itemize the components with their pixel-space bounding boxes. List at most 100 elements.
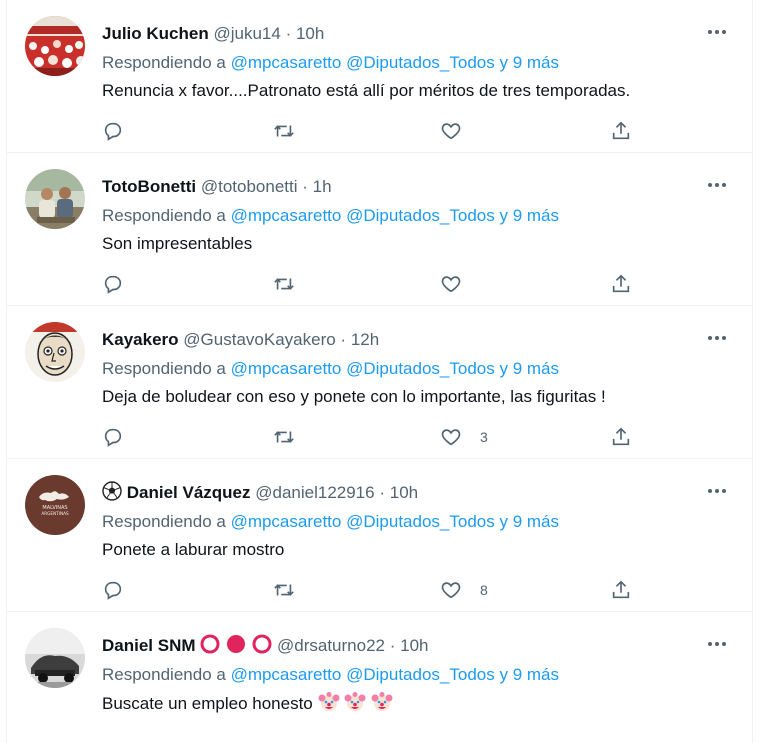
tweet[interactable]: Julio Kuchen @juku14 · 10h Respondiendo … [7,0,752,153]
retweet-button[interactable] [272,579,296,601]
tweet-text: Son impresentables [102,234,253,253]
tweet-text: Buscate un empleo honesto [102,694,313,713]
reply-button[interactable] [102,426,124,448]
timestamp[interactable]: 10h [400,636,428,655]
tweet-actions [7,273,752,295]
avatar[interactable]: MALVINAS ARGENTINAS [25,475,85,535]
mention-link[interactable]: @mpcasaretto [231,53,342,72]
reply-button[interactable] [102,120,124,142]
replying-to-line: Respondiendo a @mpcasaretto @Diputados_T… [102,510,559,534]
more-options-icon[interactable] [704,22,730,42]
reply-icon [104,275,122,294]
reply-icon [104,428,122,447]
tweet-text-container: Buscate un empleo honesto [102,691,393,720]
avatar[interactable] [25,322,85,382]
tweet-text: Deja de boludear con eso y ponete con lo… [102,387,606,406]
timestamp[interactable]: 10h [296,24,324,43]
dot-separator: · [389,636,396,655]
mention-more-link[interactable]: y 9 más [499,665,559,684]
mention-more-link[interactable]: y 9 más [499,359,559,378]
display-name[interactable]: Daniel Vázquez [127,483,251,502]
dot-separator: · [285,24,292,43]
mention-link[interactable]: @mpcasaretto [231,206,342,225]
clown-face-icon [318,691,340,720]
tweet-actions: 3 [7,426,752,448]
retweet-icon [274,125,294,137]
like-button[interactable]: 8 [440,579,488,601]
share-icon [612,121,630,140]
tweet[interactable]: Daniel SNM @drsaturno22 · 10h Respondien… [7,612,752,743]
timestamp[interactable]: 12h [351,330,379,349]
handle[interactable]: @drsaturno22 [277,636,385,655]
more-options-icon[interactable] [704,634,730,654]
tweet-actions [7,120,752,142]
reply-button[interactable] [102,579,124,601]
display-name[interactable]: Kayakero [102,330,179,349]
dot-separator: · [340,330,347,349]
tweet[interactable]: TotoBonetti @totobonetti · 1h Respondien… [7,153,752,306]
mention-link[interactable]: @Diputados_Todos [346,512,495,531]
handle[interactable]: @daniel122916 [255,483,374,502]
handle[interactable]: @GustavoKayakero [183,330,335,349]
more-options-icon[interactable] [704,328,730,348]
timestamp[interactable]: 10h [390,483,418,502]
replying-prefix: Respondiendo a [102,359,226,378]
reply-icon [104,581,122,600]
mention-link[interactable]: @Diputados_Todos [346,53,495,72]
share-button[interactable] [610,120,632,142]
replying-prefix: Respondiendo a [102,512,226,531]
dot-separator: · [379,483,385,502]
retweet-icon [274,584,294,596]
reply-button[interactable] [102,273,124,295]
tweet[interactable]: Kayakero @GustavoKayakero · 12h Respondi… [7,306,752,459]
tweet-header: Julio Kuchen @juku14 · 10h [102,22,324,46]
share-icon [612,274,630,293]
avatar[interactable] [25,628,85,688]
more-options-icon[interactable] [704,175,730,195]
retweet-button[interactable] [272,120,296,142]
tweet-header: Daniel SNM @drsaturno22 · 10h [102,634,429,661]
clown-face-icon [344,691,366,720]
tweet-text: Ponete a laburar mostro [102,540,285,559]
tweet-header: TotoBonetti @totobonetti · 1h [102,175,332,199]
avatar[interactable] [25,169,85,229]
share-button[interactable] [610,579,632,601]
more-options-icon[interactable] [704,481,730,501]
replying-to-line: Respondiendo a @mpcasaretto @Diputados_T… [102,357,559,381]
tweet[interactable]: MALVINAS ARGENTINAS Daniel Vázquez @dani… [7,459,752,612]
handle[interactable]: @juku14 [213,24,280,43]
retweet-button[interactable] [272,426,296,448]
mention-link[interactable]: @mpcasaretto [231,665,342,684]
mention-link[interactable]: @Diputados_Todos [346,359,495,378]
handle[interactable]: @totobonetti [201,177,298,196]
tweet-feed: Julio Kuchen @juku14 · 10h Respondiendo … [6,0,753,743]
mention-link[interactable]: @mpcasaretto [231,512,342,531]
reply-icon [104,122,122,141]
mention-more-link[interactable]: y 9 más [499,206,559,225]
share-button[interactable] [610,426,632,448]
mention-more-link[interactable]: y 9 más [499,53,559,72]
replying-to-line: Respondiendo a @mpcasaretto @Diputados_T… [102,663,559,687]
mention-link[interactable]: @Diputados_Todos [346,206,495,225]
replying-prefix: Respondiendo a [102,665,226,684]
replying-to-line: Respondiendo a @mpcasaretto @Diputados_T… [102,51,559,75]
mention-link[interactable]: @mpcasaretto [231,359,342,378]
replying-prefix: Respondiendo a [102,53,226,72]
like-button[interactable]: 3 [440,426,488,448]
avatar[interactable] [25,16,85,76]
replying-to-line: Respondiendo a @mpcasaretto @Diputados_T… [102,204,559,228]
share-button[interactable] [610,273,632,295]
like-button[interactable] [440,120,480,142]
display-name[interactable]: Julio Kuchen [102,24,209,43]
like-button[interactable] [440,273,480,295]
clown-face-icon [371,691,393,720]
mention-more-link[interactable]: y 9 más [499,512,559,531]
mention-link[interactable]: @Diputados_Todos [346,665,495,684]
tweet-header: Kayakero @GustavoKayakero · 12h [102,328,379,352]
display-name[interactable]: TotoBonetti [102,177,196,196]
retweet-button[interactable] [272,273,296,295]
tweet-actions: 8 [7,579,752,601]
share-icon [612,427,630,446]
display-name[interactable]: Daniel SNM [102,636,196,655]
timestamp[interactable]: 1h [313,177,332,196]
